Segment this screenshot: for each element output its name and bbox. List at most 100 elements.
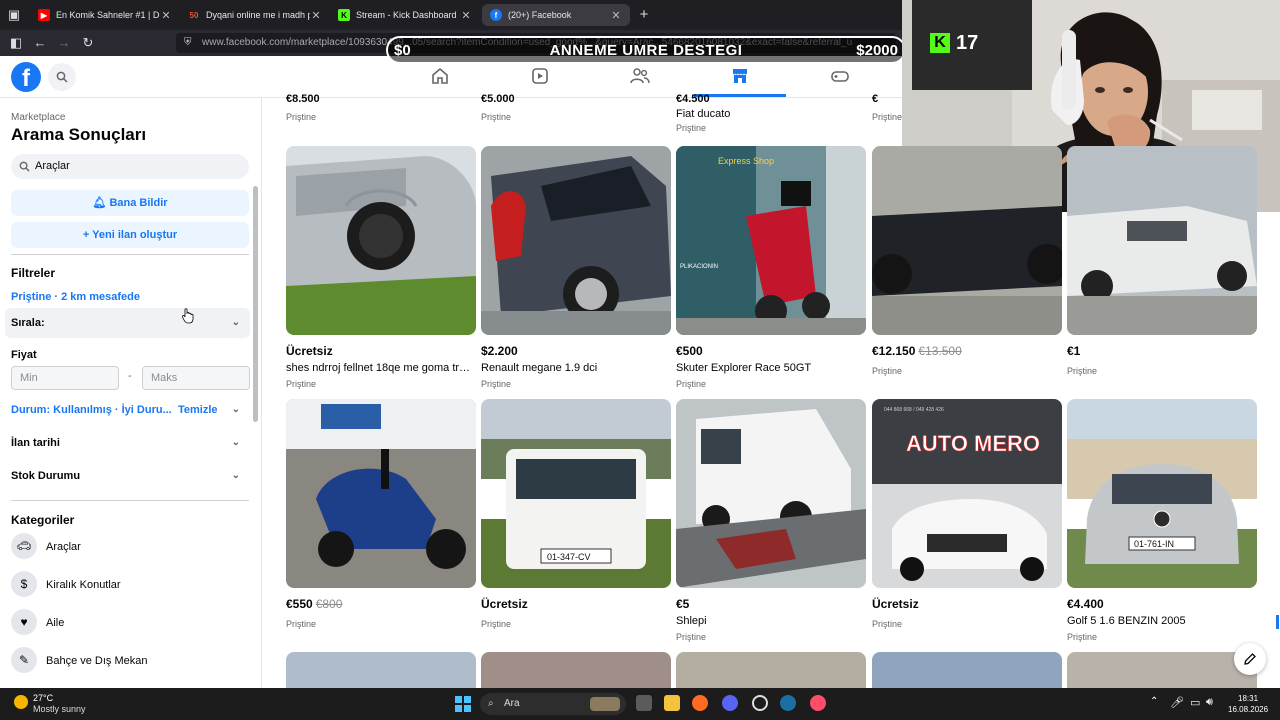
friends-icon[interactable] — [620, 62, 660, 90]
gaming-icon[interactable] — [820, 62, 860, 90]
listing-card-partial[interactable]: €8.500 Priştine — [286, 93, 320, 122]
listing-price: €1 — [1067, 344, 1081, 358]
notify-me-button[interactable]: 🔔︎ Bana Bildir — [11, 190, 249, 216]
condition-filter[interactable]: Durum: Kullanılmış · İyi Duru... Temizle… — [5, 395, 250, 425]
file-explorer-icon[interactable] — [664, 695, 680, 711]
close-icon[interactable]: ✕ — [460, 9, 472, 22]
volume-icon[interactable]: 🔊︎ — [1206, 696, 1213, 709]
svg-text:01-347-CV: 01-347-CV — [547, 552, 591, 562]
listing-date-label: İlan tarihi — [11, 437, 60, 449]
location-filter-link[interactable]: Priştine · 2 km mesafede — [11, 291, 140, 303]
facebook-logo[interactable]: f — [11, 62, 41, 92]
marketplace-icon[interactable] — [720, 62, 760, 90]
taskbar-search[interactable]: ⌕ Ara — [480, 693, 626, 715]
browser-tab-youtube[interactable]: ▶ En Komik Sahneler #1 | Düğün ✕ — [30, 4, 180, 26]
obs-icon[interactable] — [752, 695, 768, 711]
svg-text:AUTO MERO: AUTO MERO — [906, 431, 1040, 456]
tab-title: Dyqani online me i madh per te — [206, 10, 310, 20]
search-icon[interactable] — [48, 63, 76, 91]
windows-start-icon[interactable] — [455, 696, 471, 712]
listing-card-partial[interactable]: € Priştine — [872, 93, 902, 122]
search-input[interactable]: Araçlar — [11, 154, 249, 179]
home-icon[interactable] — [420, 62, 460, 90]
max-price-input[interactable]: Maks — [142, 366, 250, 390]
listing-title: shes ndrroj fellnet 18qe me goma trej... — [286, 362, 476, 374]
firefox-icon[interactable] — [692, 695, 708, 711]
listing-card-partial[interactable]: €4.500 Fiat ducato Priştine — [676, 93, 730, 133]
firefox-dev-icon[interactable] — [810, 695, 826, 711]
notify-label: Bana Bildir — [109, 197, 168, 209]
listing-image — [676, 652, 866, 688]
network-icon[interactable]: ▭ — [1190, 696, 1200, 709]
listing-title: Skuter Explorer Race 50GT — [676, 362, 812, 374]
system-clock[interactable]: 18:31 16.08.2026 — [1228, 693, 1268, 715]
close-icon[interactable]: ✕ — [160, 9, 172, 22]
category-label: Bahçe ve Dış Mekan — [46, 655, 148, 667]
forward-icon[interactable]: → — [56, 35, 72, 51]
listing-image: Express Shop PLIKACIONIN — [676, 146, 866, 335]
listing-price: Ücretsiz — [481, 597, 528, 611]
listing-location: Priştine — [286, 112, 317, 122]
listing-title: Shlepi — [676, 615, 707, 627]
browser-tab-kick[interactable]: K Stream - Kick Dashboard ✕ — [330, 4, 480, 26]
back-icon[interactable]: ← — [32, 35, 48, 51]
listing-price: €4.400 — [1067, 597, 1104, 611]
discord-icon[interactable] — [722, 695, 738, 711]
viewer-count-badge: K 17 — [930, 32, 978, 58]
sidebar-toggle-icon[interactable]: ◧ — [8, 35, 24, 51]
browser-tab-shop[interactable]: 50 Dyqani online me i madh per te ✕ — [180, 4, 330, 26]
sort-label: Sırala: — [11, 317, 45, 329]
listing-location: Priştine — [1067, 366, 1098, 376]
create-listing-button[interactable]: + Yeni ilan oluştur — [11, 222, 249, 248]
search-value: Araçlar — [35, 160, 70, 172]
listing-image — [872, 652, 1062, 688]
listing-price: € — [872, 93, 879, 105]
listing-price: €5 — [676, 597, 690, 611]
listing-title: Renault megane 1.9 dci — [481, 362, 598, 374]
listing-card-partial[interactable]: €5.000 Priştine — [481, 93, 515, 122]
viewer-count: 17 — [956, 32, 979, 54]
listing-date-filter[interactable]: İlan tarihi ⌄ — [5, 428, 250, 458]
chevron-up-icon[interactable]: ⌃ — [1150, 696, 1158, 707]
tab-overview-icon[interactable]: ▣ — [6, 7, 22, 23]
listing-price: Ücretsiz — [286, 344, 333, 358]
tab-title: Stream - Kick Dashboard — [356, 10, 457, 20]
listing-location: Priştine — [1067, 632, 1098, 642]
task-view-icon[interactable] — [636, 695, 652, 711]
close-icon[interactable]: ✕ — [610, 9, 622, 22]
listing-image: 01-347-CV — [481, 399, 671, 588]
listing-location: Priştine — [481, 112, 512, 122]
clear-filter-link[interactable]: Temizle — [178, 395, 218, 425]
reload-icon[interactable]: ↻ — [80, 35, 96, 51]
close-icon[interactable]: ✕ — [310, 9, 322, 22]
page-title: Arama Sonuçları — [11, 125, 147, 144]
listing-location: Priştine — [676, 632, 707, 642]
goal-target-amount: $2000 — [856, 42, 898, 59]
min-price-input[interactable]: Min — [11, 366, 119, 390]
chevron-down-icon: ⌄ — [231, 317, 240, 328]
browser-tab-facebook[interactable]: f (20+) Facebook ✕ — [482, 4, 630, 26]
listing-image — [676, 399, 866, 588]
new-tab-icon[interactable]: + — [636, 7, 652, 23]
listing-image — [286, 146, 476, 335]
shield-icon: ⛨ — [184, 37, 192, 48]
compose-button[interactable] — [1234, 643, 1266, 675]
donation-goal-bar: $0 ANNEME UMRE DESTEGI $2000 — [386, 36, 906, 64]
microphone-icon[interactable]: 🎤︎ — [1170, 696, 1184, 709]
facebook-icon: f — [490, 9, 502, 21]
listing-image — [481, 146, 671, 335]
stock-filter[interactable]: Stok Durumu ⌄ — [5, 461, 250, 491]
chevron-down-icon: ⌄ — [231, 470, 240, 481]
listing-location: Priştine — [676, 123, 707, 133]
steam-icon[interactable] — [780, 695, 796, 711]
category-label: Kiralık Konutlar — [46, 579, 121, 591]
breadcrumb[interactable]: Marketplace — [11, 112, 65, 123]
listing-price: €12.150 €13.500 — [872, 344, 962, 358]
listing-price: €550 €800 — [286, 597, 343, 611]
category-label: Aile — [46, 617, 65, 629]
sort-dropdown[interactable]: Sırala: ⌄ — [5, 308, 250, 338]
sidebar-scrollbar[interactable] — [253, 186, 258, 422]
marketplace-sidebar: Marketplace Arama Sonuçları Araçlar 🔔︎ B… — [0, 98, 262, 688]
listing-image — [286, 399, 476, 588]
video-icon[interactable] — [520, 62, 560, 90]
